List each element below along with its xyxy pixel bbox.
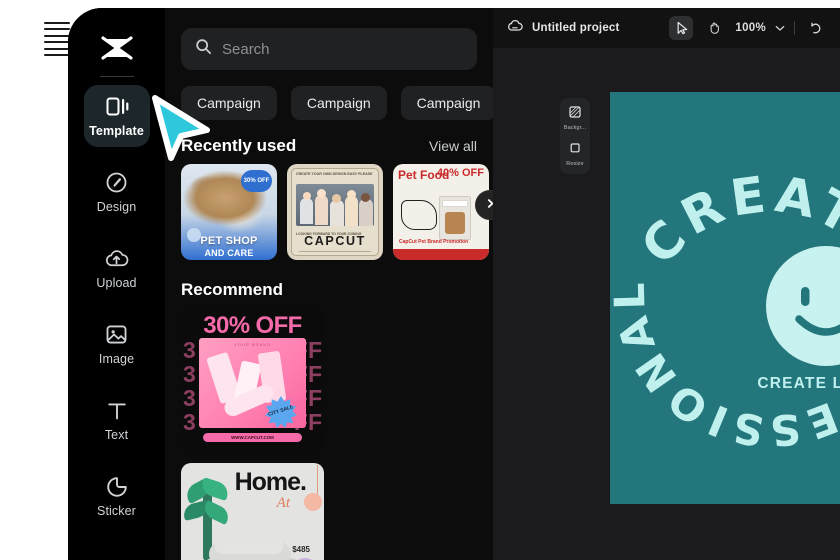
search-input[interactable]: Search: [222, 41, 270, 58]
canvas-tagline: CREATE LOGOS: [757, 375, 840, 392]
card-headline: Home.: [234, 468, 307, 496]
section-title: Recommend: [181, 280, 284, 299]
sidebar-item-template[interactable]: Template: [83, 85, 150, 147]
sidebar-item-label: Sticker: [97, 503, 136, 518]
recommend-header: Recommend: [165, 260, 493, 308]
zoom-level[interactable]: 100%: [735, 22, 766, 34]
chip-campaign-3[interactable]: Campaign: [400, 86, 493, 120]
section-title: Recently used: [181, 136, 297, 155]
chip-campaign-1[interactable]: Campaign: [181, 86, 277, 120]
badge-discount: 40% OFF: [436, 167, 484, 179]
design-brush-icon: [105, 171, 128, 195]
canvas-float-toolbar: Backgr... Resize: [560, 98, 590, 174]
cursor-tool-icon[interactable]: [669, 16, 694, 40]
template-icon: [105, 95, 129, 119]
resize-icon: [569, 141, 581, 159]
background-tool[interactable]: Backgr...: [564, 103, 586, 133]
template-card-pet-shop[interactable]: 30% OFF PET SHOP AND CARE: [181, 164, 277, 260]
app-window: Template Design Upload Image Text Sticke…: [68, 8, 840, 560]
category-chips: Campaign Campaign Campaign: [165, 70, 493, 120]
search-icon: [195, 38, 212, 60]
sidebar-item-text[interactable]: Text: [84, 389, 150, 451]
recently-used-header: Recently used View all: [165, 120, 493, 164]
sidebar-item-upload[interactable]: Upload: [84, 237, 150, 299]
badge-discount: 30% OFF: [241, 170, 272, 192]
resize-tool[interactable]: Resize: [566, 139, 584, 169]
chip-campaign-2[interactable]: Campaign: [290, 86, 387, 120]
cloud-sync-icon: [507, 19, 523, 37]
card-title: CAPCUT: [304, 234, 366, 248]
template-card-thirty-off[interactable]: 30% OFF 3333 FF FF FF FF YOUR BRAND CITY SA…: [181, 308, 324, 451]
capcut-logo-icon[interactable]: [94, 30, 140, 66]
card-price: $485: [292, 545, 310, 554]
sidebar-item-label: Design: [96, 199, 137, 214]
sidebar-item-label: Template: [89, 123, 144, 138]
background-icon: [569, 105, 581, 123]
chevron-right-icon: [485, 196, 494, 214]
sidebar-item-image[interactable]: Image: [84, 313, 150, 375]
card-script: At: [276, 495, 290, 511]
template-card-capcut[interactable]: CREATE YOUR OWN DESIGN EASY PLEASE LOOKI…: [287, 164, 383, 260]
template-card-home[interactable]: Home. At $485: [181, 463, 324, 560]
view-all-link[interactable]: View all: [429, 138, 477, 154]
upload-cloud-icon: [104, 247, 129, 271]
template-panel: Search Campaign Campaign Campaign Recent…: [165, 8, 493, 560]
toolbar-divider: [794, 21, 795, 35]
text-t-icon: [106, 399, 128, 423]
undo-icon[interactable]: [804, 16, 828, 40]
template-card-pet-food[interactable]: Pet Food 40% OFF CapCut Pet Brand Promot…: [393, 164, 489, 260]
background-tool-label: Backgr...: [563, 125, 587, 131]
canvas-artboard[interactable]: CREATE PROFESSIONAL CREATE LOGOS: [610, 92, 840, 504]
editor-area: Untitled project 100% Backgr... Resize C…: [493, 8, 840, 560]
project-name[interactable]: Untitled project: [532, 22, 620, 34]
window-edge-stripes: [44, 22, 70, 56]
chevron-down-icon[interactable]: [775, 19, 785, 37]
resize-tool-label: Resize: [566, 161, 584, 167]
hand-tool-icon[interactable]: [702, 16, 726, 40]
editor-topbar: Untitled project 100%: [493, 8, 840, 48]
sidebar-item-label: Text: [104, 427, 129, 442]
recommend-grid: 30% OFF 3333 FF FF FF FF YOUR BRAND CITY SA…: [165, 308, 493, 560]
sidebar-item-label: Image: [98, 351, 135, 366]
sidebar-divider: [99, 76, 134, 77]
sidebar-item-sticker[interactable]: Sticker: [84, 465, 150, 527]
image-icon: [105, 323, 128, 347]
smiley-face-icon: [766, 246, 840, 366]
sidebar-item-design[interactable]: Design: [84, 161, 150, 223]
search-bar[interactable]: Search: [181, 28, 477, 70]
card-footer: CapCut Pet Brand Promotion: [399, 239, 469, 245]
card-subtitle: AND CARE: [204, 248, 254, 258]
card-top-note: CREATE YOUR OWN DESIGN EASY PLEASE: [296, 172, 373, 176]
canvas-wrap: Backgr... Resize CREA ESSIONA CREATE L: [493, 48, 840, 560]
recently-used-row: 30% OFF PET SHOP AND CARE CREATE YOUR OW…: [165, 164, 493, 260]
sticker-icon: [106, 475, 128, 499]
card-footer: WWW.CAPCUT.COM: [203, 433, 302, 442]
screenshot-root: Template Design Upload Image Text Sticke…: [0, 0, 840, 560]
sidebar-item-label: Upload: [96, 275, 137, 290]
sidebar: Template Design Upload Image Text Sticke…: [68, 8, 165, 560]
card-headline: 30% OFF: [203, 312, 302, 339]
